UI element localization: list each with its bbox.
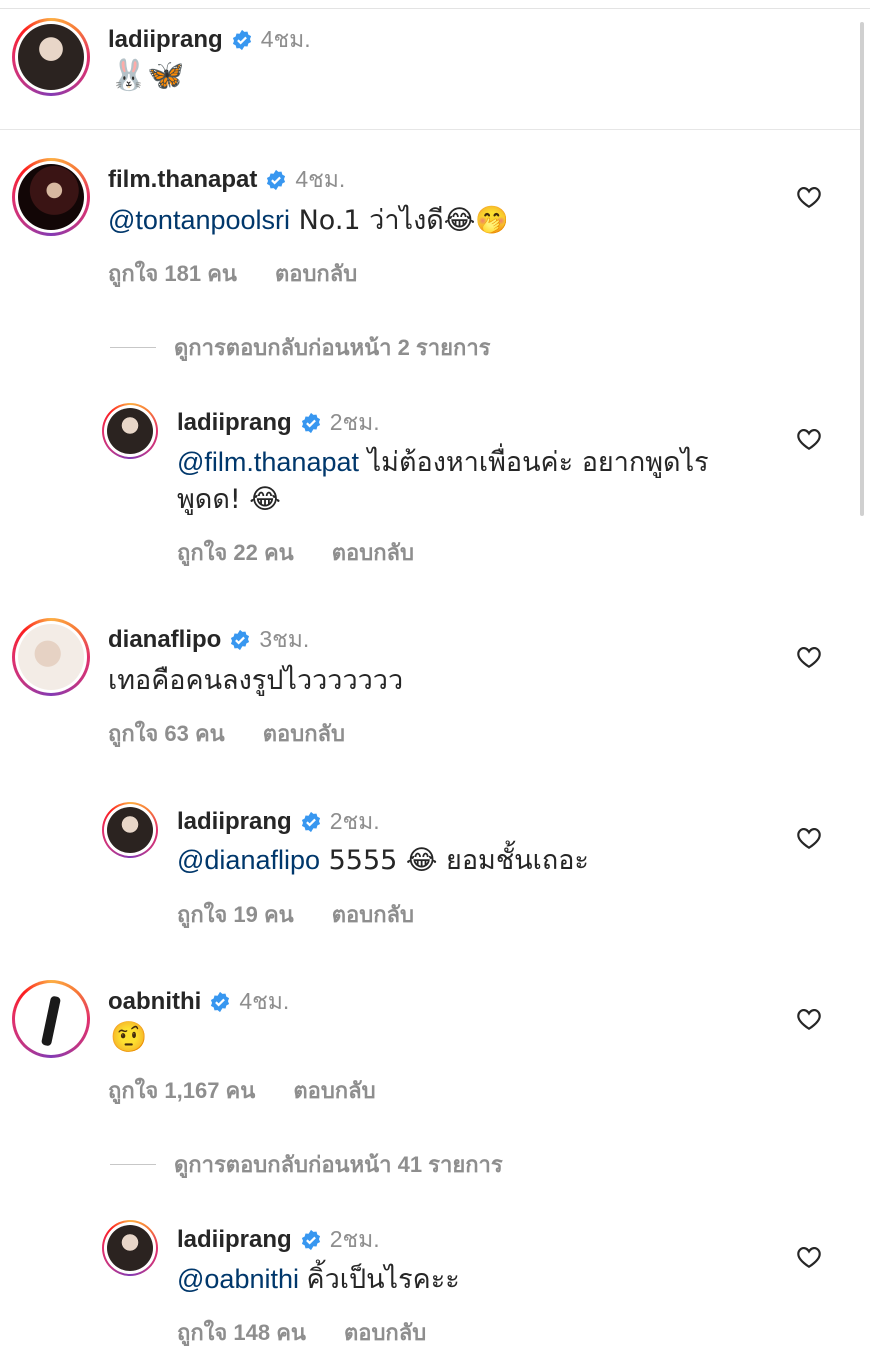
reply-button[interactable]: ตอบกลับ	[332, 897, 414, 932]
comment-text: 🤨	[110, 1020, 147, 1056]
username[interactable]: ladiiprang	[108, 26, 223, 54]
verified-badge-icon	[231, 629, 250, 651]
mention-link[interactable]: @film.thanapat	[177, 447, 359, 477]
reply-button[interactable]: ตอบกลับ	[332, 535, 414, 570]
mention-link[interactable]: @tontanpoolsri	[108, 205, 290, 235]
comment-text: @oabnithi คิ้วเป็นไรคะะ	[177, 1261, 737, 1297]
comment-body: 🤨	[110, 1020, 148, 1055]
like-count[interactable]: ถูกใจ 1,167 คน	[108, 1073, 255, 1108]
view-previous-replies-label: ดูการตอบกลับก่อนหน้า 41 รายการ	[174, 1152, 503, 1177]
top-divider	[0, 8, 870, 9]
like-count[interactable]: ถูกใจ 22 คน	[177, 535, 294, 570]
avatar[interactable]	[12, 618, 90, 696]
heart-outline-icon[interactable]	[796, 427, 822, 451]
username[interactable]: ladiiprang	[177, 808, 292, 836]
username[interactable]: ladiiprang	[177, 409, 292, 437]
comment-body: คิ้วเป็นไรคะะ	[299, 1264, 460, 1294]
verified-badge-icon	[301, 811, 320, 833]
username[interactable]: ladiiprang	[177, 1226, 292, 1254]
avatar[interactable]	[102, 1220, 158, 1276]
verified-badge-icon	[301, 1229, 320, 1251]
username[interactable]: film.thanapat	[108, 166, 257, 194]
caption-text: 🐰🦋	[110, 58, 185, 93]
like-count[interactable]: ถูกใจ 181 คน	[108, 256, 237, 291]
reply-button[interactable]: ตอบกลับ	[344, 1315, 426, 1350]
avatar[interactable]	[102, 802, 158, 858]
view-previous-replies[interactable]: ดูการตอบกลับก่อนหน้า 41 รายการ	[110, 1147, 503, 1182]
comment-body: เทอคือคนลงรูปไววววววว	[108, 665, 404, 695]
username[interactable]: oabnithi	[108, 988, 201, 1016]
comment-text: @tontanpoolsri No.1 ว่าไงดี😂🤭	[108, 202, 748, 239]
heart-outline-icon[interactable]	[796, 1245, 822, 1269]
comment-text: @dianaflipo 5555 😂 ยอมชั้นเถอะ	[177, 842, 737, 879]
verified-badge-icon	[232, 29, 251, 51]
timestamp: 2ชม.	[329, 1226, 380, 1252]
scrollbar-thumb[interactable]	[860, 22, 864, 516]
mention-link[interactable]: @oabnithi	[177, 1264, 299, 1294]
timestamp: 2ชม.	[329, 808, 380, 834]
heart-outline-icon[interactable]	[796, 826, 822, 850]
heart-outline-icon[interactable]	[796, 1007, 822, 1031]
like-count[interactable]: ถูกใจ 19 คน	[177, 897, 294, 932]
like-count[interactable]: ถูกใจ 148 คน	[177, 1315, 306, 1350]
avatar[interactable]	[102, 403, 158, 459]
avatar[interactable]	[12, 18, 90, 96]
timestamp: 4ชม.	[239, 988, 290, 1014]
view-previous-replies[interactable]: ดูการตอบกลับก่อนหน้า 2 รายการ	[110, 330, 491, 365]
username[interactable]: dianaflipo	[108, 626, 221, 654]
comment-body: No.1 ว่าไงดี😂🤭	[290, 205, 509, 236]
timestamp: 4ชม.	[260, 26, 311, 52]
comment-body: 5555 😂 ยอมชั้นเถอะ	[320, 845, 589, 876]
avatar[interactable]	[12, 980, 90, 1058]
timestamp: 3ชม.	[259, 626, 310, 652]
reply-button[interactable]: ตอบกลับ	[263, 716, 345, 751]
heart-outline-icon[interactable]	[796, 185, 822, 209]
avatar[interactable]	[12, 158, 90, 236]
verified-badge-icon	[301, 412, 320, 434]
comment-text: เทอคือคนลงรูปไววววววว	[108, 662, 748, 698]
mention-link[interactable]: @dianaflipo	[177, 845, 320, 875]
comment-text: @film.thanapat ไม่ต้องหาเพื่อนค่ะ อยากพู…	[177, 444, 737, 518]
verified-badge-icon	[211, 991, 230, 1013]
heart-outline-icon[interactable]	[796, 645, 822, 669]
view-previous-replies-label: ดูการตอบกลับก่อนหน้า 2 รายการ	[174, 335, 491, 360]
reply-button[interactable]: ตอบกลับ	[293, 1073, 375, 1108]
timestamp: 4ชม.	[295, 166, 346, 192]
like-count[interactable]: ถูกใจ 63 คน	[108, 716, 225, 751]
reply-button[interactable]: ตอบกลับ	[275, 256, 357, 291]
timestamp: 2ชม.	[329, 409, 380, 435]
caption-divider	[0, 129, 860, 130]
verified-badge-icon	[267, 169, 286, 191]
